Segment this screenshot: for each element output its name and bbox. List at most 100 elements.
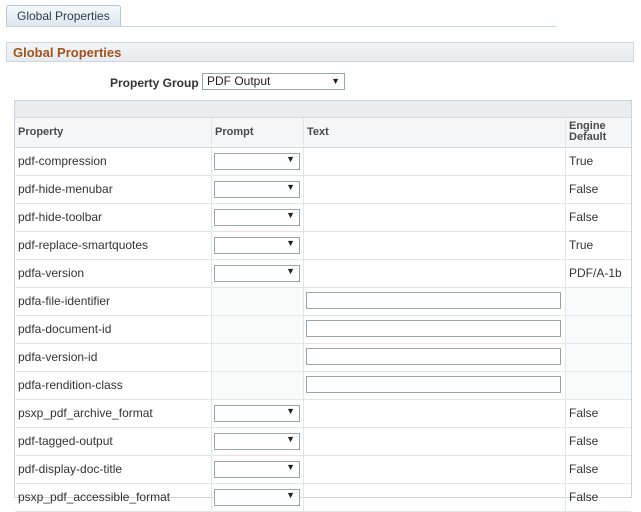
prompt-dropdown[interactable]: ▼ — [214, 181, 300, 198]
prompt-dropdown[interactable]: ▼ — [214, 153, 300, 170]
text-cell — [303, 232, 565, 259]
text-cell — [303, 148, 565, 175]
text-cell — [303, 260, 565, 287]
property-name: pdf-display-doc-title — [18, 462, 123, 476]
column-header-engine-default: Engine Default — [565, 118, 631, 147]
table-row: pdf-display-doc-title ▼ False — [15, 456, 631, 484]
text-cell — [303, 372, 565, 399]
property-name: pdf-replace-smartquotes — [18, 238, 149, 252]
text-input[interactable] — [306, 376, 561, 393]
property-name: pdfa-rendition-class — [18, 378, 123, 392]
table-row: pdfa-document-id — [15, 316, 631, 344]
prompt-cell: ▼ — [211, 260, 303, 287]
engine-default-value: True — [565, 148, 631, 175]
grid-body: pdf-compression ▼ True pdf-hide-menubar ▼ Fal… — [15, 148, 631, 512]
text-cell — [303, 428, 565, 455]
table-row: pdf-hide-toolbar ▼ False — [15, 204, 631, 232]
property-name: pdfa-version-id — [18, 350, 98, 364]
table-row: pdfa-file-identifier — [15, 288, 631, 316]
engine-default-value: False — [565, 456, 631, 483]
prompt-cell: ▼ — [211, 232, 303, 259]
prompt-dropdown[interactable]: ▼ — [214, 489, 300, 506]
engine-default-value — [565, 288, 631, 315]
property-name: pdf-hide-toolbar — [18, 210, 103, 224]
section-title: Global Properties — [6, 42, 634, 62]
engine-default-value — [565, 372, 631, 399]
property-group-value: PDF Output — [207, 74, 271, 88]
grid-header-row: Property Prompt Text Engine Default — [15, 118, 631, 148]
properties-grid: Property Prompt Text Engine Default pdf-… — [14, 100, 632, 512]
table-row: pdf-tagged-output ▼ False — [15, 428, 631, 456]
prompt-cell: ▼ — [211, 428, 303, 455]
table-row: pdf-compression ▼ True — [15, 148, 631, 176]
dropdown-arrow-icon: ▼ — [286, 182, 295, 192]
property-name: pdf-tagged-output — [18, 434, 113, 448]
prompt-dropdown[interactable]: ▼ — [214, 237, 300, 254]
prompt-cell: ▼ — [211, 400, 303, 427]
prompt-dropdown[interactable]: ▼ — [214, 461, 300, 478]
text-input[interactable] — [306, 320, 561, 337]
engine-default-value: True — [565, 232, 631, 259]
dropdown-arrow-icon: ▼ — [286, 210, 295, 220]
dropdown-arrow-icon: ▼ — [286, 490, 295, 500]
property-name: psxp_pdf_accessible_format — [18, 490, 171, 504]
engine-default-value: False — [565, 204, 631, 231]
property-name: psxp_pdf_archive_format — [18, 406, 153, 420]
property-name: pdfa-file-identifier — [18, 294, 111, 308]
prompt-dropdown[interactable]: ▼ — [214, 405, 300, 422]
engine-default-value — [565, 344, 631, 371]
property-name: pdfa-version — [18, 266, 85, 280]
prompt-cell — [211, 344, 303, 371]
dropdown-arrow-icon: ▼ — [286, 434, 295, 444]
column-header-prompt: Prompt — [211, 118, 303, 147]
table-row: pdf-hide-menubar ▼ False — [15, 176, 631, 204]
table-row: pdfa-rendition-class — [15, 372, 631, 400]
engine-default-value: PDF/A-1b — [565, 260, 631, 287]
table-row: pdfa-version-id — [15, 344, 631, 372]
dropdown-arrow-icon: ▼ — [331, 76, 340, 86]
grid-toolbar — [15, 101, 631, 118]
prompt-cell: ▼ — [211, 456, 303, 483]
column-header-property: Property — [18, 126, 64, 138]
column-header-text: Text — [303, 118, 565, 147]
dropdown-arrow-icon: ▼ — [286, 462, 295, 472]
table-row: psxp_pdf_accessible_format ▼ False — [15, 484, 631, 512]
text-input[interactable] — [306, 292, 561, 309]
dropdown-arrow-icon: ▼ — [286, 266, 295, 276]
prompt-cell — [211, 316, 303, 343]
prompt-cell — [211, 288, 303, 315]
prompt-cell: ▼ — [211, 148, 303, 175]
engine-default-value: False — [565, 400, 631, 427]
text-cell — [303, 288, 565, 315]
engine-default-value: False — [565, 176, 631, 203]
property-group-select[interactable]: PDF Output ▼ — [202, 73, 345, 90]
text-cell — [303, 316, 565, 343]
prompt-dropdown[interactable]: ▼ — [214, 433, 300, 450]
engine-default-value: False — [565, 484, 631, 511]
text-cell — [303, 456, 565, 483]
dropdown-arrow-icon: ▼ — [286, 238, 295, 248]
prompt-cell — [211, 372, 303, 399]
property-name: pdfa-document-id — [18, 322, 112, 336]
engine-default-value — [565, 316, 631, 343]
prompt-cell: ▼ — [211, 176, 303, 203]
dropdown-arrow-icon: ▼ — [286, 154, 295, 164]
table-row: psxp_pdf_archive_format ▼ False — [15, 400, 631, 428]
table-row: pdfa-version ▼ PDF/A-1b — [15, 260, 631, 288]
text-cell — [303, 204, 565, 231]
dropdown-arrow-icon: ▼ — [286, 406, 295, 416]
property-name: pdf-compression — [18, 154, 107, 168]
table-row: pdf-replace-smartquotes ▼ True — [15, 232, 631, 260]
tab-global-properties[interactable]: Global Properties — [6, 5, 121, 26]
prompt-dropdown[interactable]: ▼ — [214, 209, 300, 226]
text-input[interactable] — [306, 348, 561, 365]
prompt-dropdown[interactable]: ▼ — [214, 265, 300, 282]
tab-bar: Global Properties — [6, 5, 556, 27]
text-cell — [303, 484, 565, 511]
engine-default-value: False — [565, 428, 631, 455]
prompt-cell: ▼ — [211, 484, 303, 511]
text-cell — [303, 176, 565, 203]
property-group-label: Property Group — [110, 76, 199, 90]
prompt-cell: ▼ — [211, 204, 303, 231]
text-cell — [303, 344, 565, 371]
